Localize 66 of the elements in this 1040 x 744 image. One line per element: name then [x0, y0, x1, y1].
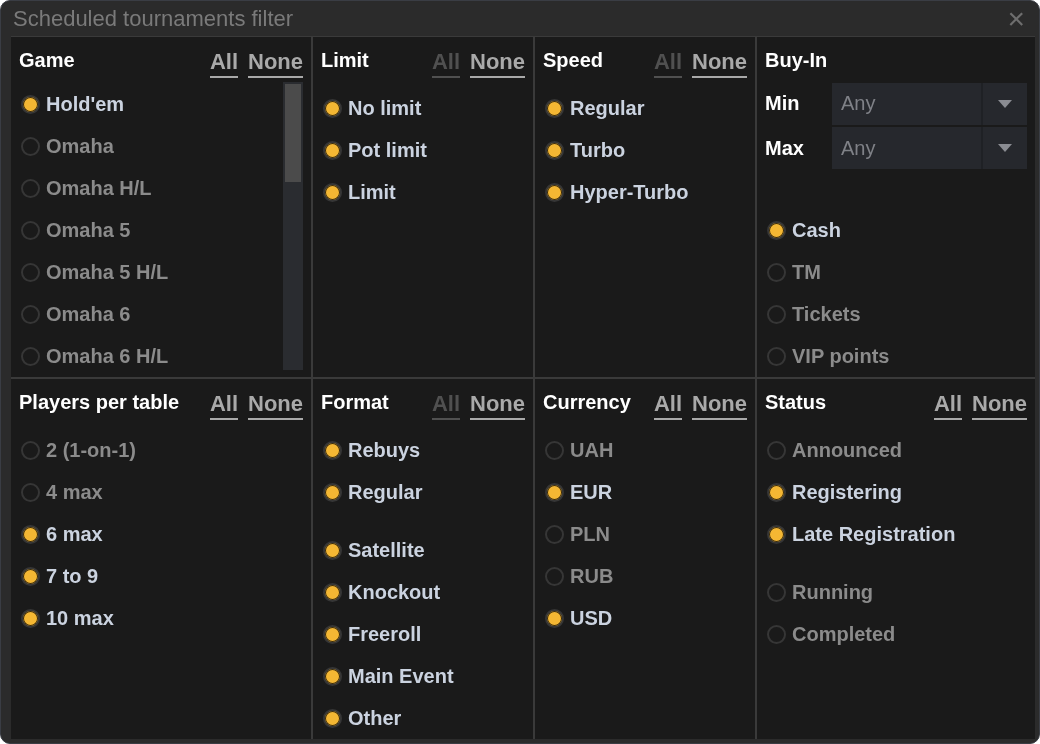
select-all-link[interactable]: All	[933, 387, 962, 420]
panel-title: Currency	[543, 390, 632, 414]
radio-option[interactable]: Announced	[765, 429, 902, 471]
radio-option[interactable]: PLN	[543, 513, 610, 555]
radio-option[interactable]: Regular	[321, 471, 423, 513]
radio-option[interactable]: Turbo	[543, 129, 626, 171]
radio-option[interactable]: USD	[543, 597, 613, 639]
radio-option[interactable]: Other	[321, 697, 402, 739]
radio-option[interactable]: Pot limit	[321, 129, 427, 171]
select-none-link[interactable]: None	[692, 387, 747, 420]
dropdown-label: Min	[765, 92, 801, 116]
radio-option[interactable]: Omaha	[19, 125, 114, 167]
radio-option[interactable]: VIP points	[765, 335, 890, 377]
panel-title: Buy-In	[765, 48, 829, 72]
radio-option[interactable]: Omaha 5	[19, 209, 131, 251]
radio-option[interactable]: Main Event	[321, 655, 454, 697]
radio-option[interactable]: 2 (1-on-1)	[19, 429, 136, 471]
select-none-link[interactable]: None	[470, 45, 525, 78]
panel-title: Status	[765, 390, 828, 414]
radio-option[interactable]: Omaha 6 H/L	[19, 335, 169, 377]
radio-option[interactable]: 7 to 9	[19, 555, 99, 597]
radio-option[interactable]: No limit	[321, 87, 422, 129]
radio-option[interactable]: Hold'em	[19, 83, 125, 125]
radio-option[interactable]: Limit	[321, 171, 396, 213]
select-all-link[interactable]: All	[209, 45, 238, 78]
panel-title: Speed	[543, 48, 605, 72]
radio-option[interactable]: Omaha H/L	[19, 167, 152, 209]
panel-title: Players per table	[19, 390, 181, 414]
radio-option[interactable]: Hyper-Turbo	[543, 171, 689, 213]
radio-option[interactable]: Tickets	[765, 293, 861, 335]
radio-option[interactable]: Freeroll	[321, 613, 422, 655]
radio-option[interactable]: EUR	[543, 471, 613, 513]
radio-option[interactable]: Registering	[765, 471, 903, 513]
caret-icon	[998, 99, 1012, 108]
select-none-link[interactable]: None	[692, 45, 747, 78]
radio-option[interactable]: Running	[765, 571, 874, 613]
dropdown-label: Max	[765, 136, 805, 160]
select-all-link[interactable]: All	[653, 387, 682, 420]
radio-option[interactable]: Omaha 6	[19, 293, 131, 335]
panel-title: Format	[321, 390, 390, 414]
radio-option[interactable]: Completed	[765, 613, 896, 655]
radio-option[interactable]: RUB	[543, 555, 614, 597]
dropdown[interactable]: Any	[832, 82, 1027, 125]
radio-option[interactable]: Omaha 5 H/L	[19, 251, 169, 293]
select-none-link[interactable]: None	[248, 45, 303, 78]
select-all-link[interactable]: All	[209, 387, 238, 420]
select-none-link[interactable]: None	[470, 387, 525, 420]
panel-title: Game	[19, 48, 76, 72]
dropdown[interactable]: Any	[832, 127, 1027, 170]
select-none-link[interactable]: None	[972, 387, 1027, 420]
radio-option[interactable]: Satellite	[321, 529, 425, 571]
radio-option[interactable]: Late Registration	[765, 513, 956, 555]
radio-option[interactable]: TM	[765, 251, 821, 293]
scrollbar[interactable]	[283, 82, 303, 370]
radio-option[interactable]: Cash	[765, 209, 841, 251]
radio-option[interactable]: Knockout	[321, 571, 441, 613]
radio-option[interactable]: UAH	[543, 429, 614, 471]
window-title: Scheduled tournaments filter	[13, 5, 294, 32]
radio-option[interactable]: 6 max	[19, 513, 103, 555]
radio-option[interactable]: Regular	[543, 87, 645, 129]
panel-title: Limit	[321, 48, 370, 72]
caret-icon	[998, 144, 1012, 153]
select-none-link[interactable]: None	[248, 387, 303, 420]
radio-option[interactable]: Rebuys	[321, 429, 421, 471]
radio-option[interactable]: 10 max	[19, 597, 114, 639]
radio-option[interactable]: 4 max	[19, 471, 103, 513]
